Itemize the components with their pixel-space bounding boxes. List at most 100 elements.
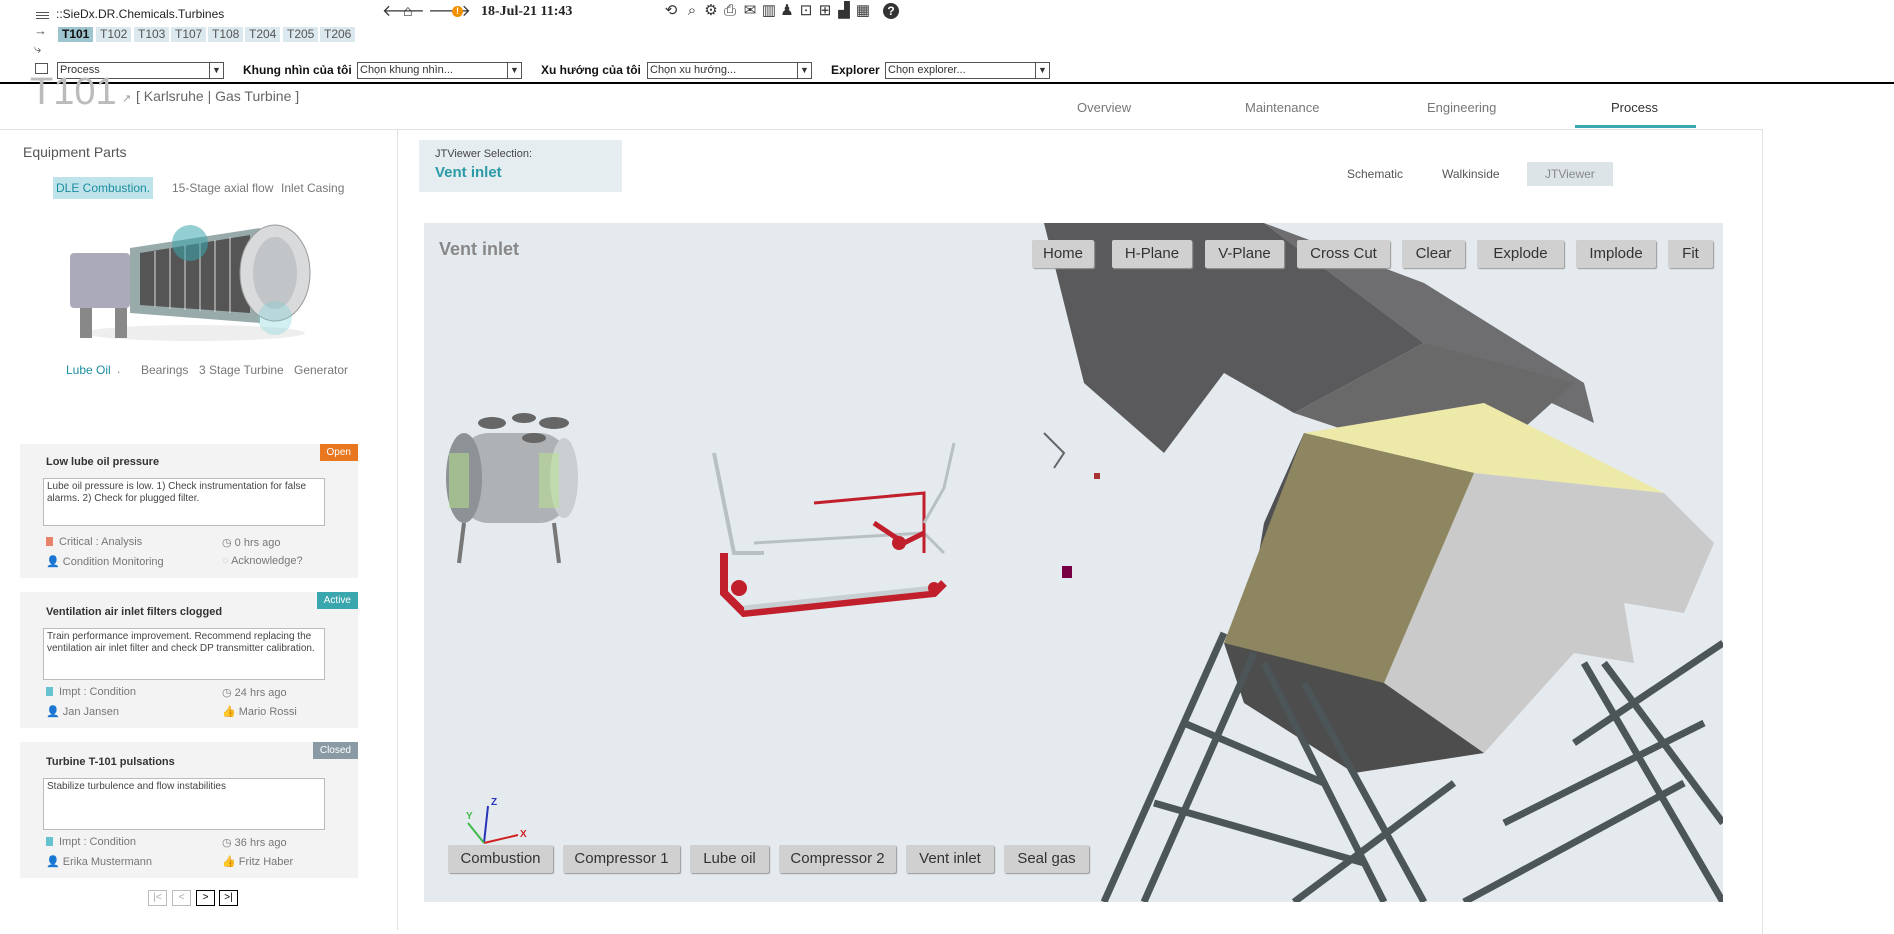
card-title[interactable]: Ventilation air inlet filters clogged [46,606,222,618]
alert-card[interactable]: Turbine T-101 pulsations Closed Stabiliz… [20,742,358,878]
3d-viewer-canvas[interactable]: Z X Y Vent inlet Home H-Plane V-Plane Cr… [424,223,1723,902]
card-title[interactable]: Low lube oil pressure [46,456,159,468]
grid-icon[interactable]: ▦ [854,2,872,20]
help-icon[interactable]: ? [883,3,899,19]
part-bearings[interactable]: Bearings [141,363,188,377]
explorer-select[interactable]: Chọn explorer... ▼ [885,62,1050,79]
axis-z-label: Z [491,797,498,808]
datetime: 18-Jul-21 11:43 [481,4,573,19]
turbine-tab-t102[interactable]: T102 [96,27,132,42]
asset-id: T101 [30,71,117,113]
view-tab-schematic[interactable]: Schematic [1329,162,1421,186]
combustion-button[interactable]: Combustion [448,845,553,873]
h-plane-button[interactable]: H-Plane [1112,240,1192,268]
clear-button[interactable]: Clear [1402,240,1465,268]
forward-icon[interactable]: 🡒 [428,3,471,21]
explorer-label: Explorer [831,63,880,77]
menu-icon[interactable] [36,10,49,21]
part-lube-oil[interactable]: Lube Oil [66,363,111,377]
axis-gizmo [467,805,519,844]
thumbs-up-icon: 👍 [222,856,239,868]
breadcrumb-path[interactable]: ::SieDx.DR.Chemicals.Turbines [56,7,224,21]
card-owner: 👤 Condition Monitoring [46,556,164,568]
heat-exchanger[interactable] [446,413,578,564]
severity-icon [46,537,53,546]
first-page-button[interactable]: |< [148,890,167,906]
lube-oil-button[interactable]: Lube oil [690,845,769,873]
arrow-right-icon: → [34,23,47,38]
view-label: Khung nhìn của tôi [243,63,352,77]
card-description: Train performance improvement. Recommend… [43,628,325,680]
alert-card[interactable]: Low lube oil pressure Open Lube oil pres… [20,444,358,578]
print-icon[interactable]: ⎙ [721,2,739,20]
tab-maintenance[interactable]: Maintenance [1245,100,1319,115]
last-page-button[interactable]: >| [219,890,238,906]
home-button[interactable]: Home [1032,240,1094,268]
tab-overview[interactable]: Overview [1077,100,1131,115]
home-icon[interactable]: ⌂ [403,3,413,21]
turbine-tab-t204[interactable]: T204 [245,27,281,42]
axis-x-label: X [520,829,527,840]
trend-search-icon[interactable]: ⌕ [683,2,701,20]
alert-card[interactable]: Ventilation air inlet filters clogged Ac… [20,592,358,728]
asset-location: [ Karlsruhe | Gas Turbine ] [136,88,300,104]
turbine-tab-t103[interactable]: T103 [134,27,170,42]
turbine-tab-t205[interactable]: T205 [283,27,319,42]
trend-label: Xu hướng của tôi [541,63,641,77]
turbine-tab-t107[interactable]: T107 [171,27,207,42]
chevron-down-icon[interactable]: ▼ [507,63,521,78]
bookmark-icon[interactable]: ⊞ [816,2,834,20]
report-icon[interactable]: ▥ [760,2,778,20]
active-tab-indicator [1575,125,1696,128]
part-generator[interactable]: Generator [294,363,348,377]
v-plane-button[interactable]: V-Plane [1205,240,1284,268]
status-badge: Closed [312,742,358,759]
annotate-icon[interactable]: ⊡ [797,2,815,20]
tab-engineering[interactable]: Engineering [1427,100,1496,115]
severity-icon [46,837,53,846]
view-tab-jtviewer[interactable]: JTViewer [1527,162,1613,186]
turbine-tab-t101[interactable]: T101 [58,27,94,42]
3d-scene[interactable] [424,223,1723,902]
card-time: ◷ 0 hrs ago [222,537,281,549]
mail-icon[interactable]: ✉ [741,2,759,20]
seal-gas-button[interactable]: Seal gas [1004,845,1089,873]
part-3-stage-turbine[interactable]: 3 Stage Turbine [199,363,284,377]
trend-select[interactable]: Chọn xu hướng... ▼ [647,62,812,79]
refresh-icon[interactable]: ⟲ [662,2,680,20]
turbine-tab-t206[interactable]: T206 [320,27,356,42]
chevron-down-icon[interactable]: ▼ [797,63,811,78]
card-acknowledger: 👍 Fritz Haber [222,856,294,868]
fit-button[interactable]: Fit [1668,240,1713,268]
chevron-down-icon[interactable]: ▼ [1035,63,1049,78]
chevron-down-icon[interactable]: ▼ [209,63,223,78]
compressor-1-button[interactable]: Compressor 1 [563,845,680,873]
next-page-button[interactable]: > [196,890,215,906]
thumbs-up-icon: 👍 [222,706,239,718]
card-title[interactable]: Turbine T-101 pulsations [46,756,175,768]
alert-icon[interactable]: ! [452,6,463,17]
piping-system[interactable] [712,432,1100,618]
card-severity: Impt : Condition [46,686,136,698]
implode-button[interactable]: Implode [1576,240,1656,268]
compressor-2-button[interactable]: Compressor 2 [779,845,896,873]
turbine-tab-t108[interactable]: T108 [208,27,244,42]
card-severity: Impt : Condition [46,836,136,848]
acknowledge-link[interactable]: ○ Acknowledge? [222,555,303,567]
gear-search-icon[interactable]: ⚙ [702,2,720,20]
part-inlet-casing[interactable]: Inlet Casing [281,181,344,195]
view-tab-walkinside[interactable]: Walkinside [1424,162,1518,186]
vent-inlet-button[interactable]: Vent inlet [906,845,994,873]
chart-icon[interactable]: ▟ [835,2,853,20]
prev-page-button[interactable]: < [172,890,191,906]
cross-cut-button[interactable]: Cross Cut [1297,240,1390,268]
user-icon[interactable]: ♟ [778,2,796,20]
part-axial-flow[interactable]: 15-Stage axial flow [172,181,273,195]
gas-turbine-image[interactable] [60,213,330,353]
explode-button[interactable]: Explode [1477,240,1564,268]
equipment-parts-title: Equipment Parts [23,144,127,160]
view-select[interactable]: Chọn khung nhìn... ▼ [357,62,522,79]
tab-process[interactable]: Process [1611,100,1658,115]
part-dle-combustion[interactable]: DLE Combustion. [53,177,154,199]
severity-icon [46,687,53,696]
